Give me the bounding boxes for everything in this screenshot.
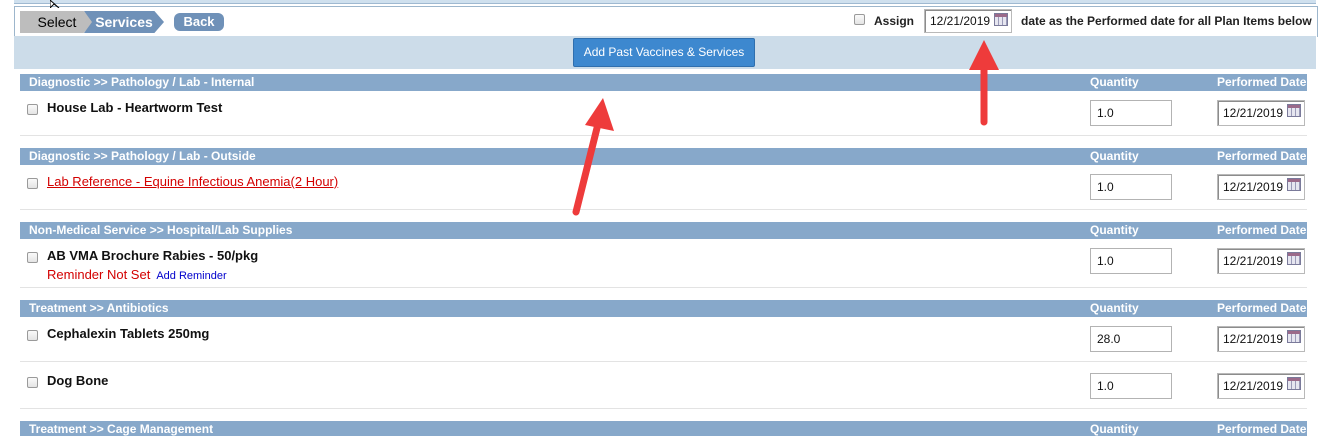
performed-date-field[interactable]: 12/21/2019 <box>1217 248 1305 274</box>
item-name-link[interactable]: Lab Reference - Equine Infectious Anemia… <box>47 174 338 189</box>
group-header: Diagnostic >> Pathology / Lab - Outside … <box>20 148 1307 165</box>
mouse-cursor-icon <box>50 0 60 8</box>
quantity-column-header: Quantity <box>1090 75 1139 89</box>
top-border <box>14 0 1316 4</box>
add-reminder-link[interactable]: Add Reminder <box>156 270 226 282</box>
add-past-vaccines-button[interactable]: Add Past Vaccines & Services <box>573 38 755 67</box>
plan-item-row: House Lab - Heartworm Test 1.0 12/21/201… <box>20 91 1307 136</box>
quantity-column-header: Quantity <box>1090 223 1139 237</box>
calendar-icon[interactable] <box>1287 330 1301 343</box>
performed-date-field[interactable]: 12/21/2019 <box>1217 373 1305 399</box>
item-checkbox[interactable] <box>27 252 38 263</box>
performed-date-column-header: Performed Date <box>1217 75 1307 89</box>
performed-date-column-header: Performed Date <box>1217 301 1307 315</box>
group-title: Diagnostic >> Pathology / Lab - Internal <box>29 75 255 89</box>
plan-item-row: Dog Bone 1.0 12/21/2019 <box>20 364 1307 409</box>
assign-label: Assign <box>874 14 915 28</box>
assign-date-field[interactable]: 12/21/2019 <box>924 9 1012 33</box>
group-header: Treatment >> Cage Management Quantity Pe… <box>20 421 1307 436</box>
plan-item-row: Cephalexin Tablets 250mg 28.0 12/21/2019 <box>20 317 1307 362</box>
item-name: Cephalexin Tablets 250mg <box>47 326 210 341</box>
back-button[interactable]: Back <box>174 13 224 31</box>
group-header: Non-Medical Service >> Hospital/Lab Supp… <box>20 222 1307 239</box>
quantity-column-header: Quantity <box>1090 149 1139 163</box>
item-name: Dog Bone <box>47 373 109 388</box>
quantity-input[interactable]: 28.0 <box>1090 326 1172 352</box>
item-checkbox[interactable] <box>27 178 38 189</box>
item-checkbox[interactable] <box>27 104 38 115</box>
quantity-input[interactable]: 1.0 <box>1090 174 1172 200</box>
performed-date-value: 12/21/2019 <box>1223 106 1284 120</box>
performed-date-field[interactable]: 12/21/2019 <box>1217 326 1305 352</box>
group-title: Diagnostic >> Pathology / Lab - Outside <box>29 149 256 163</box>
plan-item-row: Lab Reference - Equine Infectious Anemia… <box>20 165 1307 210</box>
calendar-icon[interactable] <box>1287 178 1301 191</box>
performed-date-column-header: Performed Date <box>1217 422 1307 436</box>
performed-date-value: 12/21/2019 <box>1223 180 1284 194</box>
plan-item-row: AB VMA Brochure Rabies - 50/pkg Reminder… <box>20 239 1307 288</box>
calendar-icon[interactable] <box>994 13 1008 26</box>
step-services[interactable]: Services <box>84 11 164 33</box>
quantity-input[interactable]: 1.0 <box>1090 100 1172 126</box>
calendar-icon[interactable] <box>1287 104 1301 117</box>
reminder-line: Reminder Not Set Add Reminder <box>47 267 227 282</box>
group-title: Treatment >> Antibiotics <box>29 301 169 315</box>
quantity-column-header: Quantity <box>1090 301 1139 315</box>
group-title: Non-Medical Service >> Hospital/Lab Supp… <box>29 223 293 237</box>
calendar-icon[interactable] <box>1287 252 1301 265</box>
item-name: House Lab - Heartworm Test <box>47 100 223 115</box>
quantity-input[interactable]: 1.0 <box>1090 248 1172 274</box>
assign-checkbox[interactable] <box>854 14 865 25</box>
performed-date-value: 12/21/2019 <box>1223 254 1284 268</box>
quantity-input[interactable]: 1.0 <box>1090 373 1172 399</box>
assign-description: date as the Performed date for all Plan … <box>1021 14 1312 28</box>
performed-date-value: 12/21/2019 <box>1223 332 1284 346</box>
quantity-column-header: Quantity <box>1090 422 1139 436</box>
group-title: Treatment >> Cage Management <box>29 422 214 436</box>
group-header: Diagnostic >> Pathology / Lab - Internal… <box>20 74 1307 91</box>
action-band: Add Past Vaccines & Services <box>14 36 1316 69</box>
calendar-icon[interactable] <box>1287 377 1301 390</box>
item-name: AB VMA Brochure Rabies - 50/pkg <box>47 248 259 263</box>
item-checkbox[interactable] <box>27 330 38 341</box>
performed-date-column-header: Performed Date <box>1217 223 1307 237</box>
performed-date-field[interactable]: 12/21/2019 <box>1217 174 1305 200</box>
assign-date-value: 12/21/2019 <box>930 14 991 28</box>
performed-date-field[interactable]: 12/21/2019 <box>1217 100 1305 126</box>
step-select[interactable]: Select <box>20 11 94 33</box>
toolbar: Select Services Back Assign 12/21/2019 d… <box>14 6 1318 37</box>
group-header: Treatment >> Antibiotics Quantity Perfor… <box>20 300 1307 317</box>
performed-date-value: 12/21/2019 <box>1223 379 1284 393</box>
performed-date-column-header: Performed Date <box>1217 149 1307 163</box>
reminder-status: Reminder Not Set <box>47 267 151 282</box>
item-checkbox[interactable] <box>27 377 38 388</box>
